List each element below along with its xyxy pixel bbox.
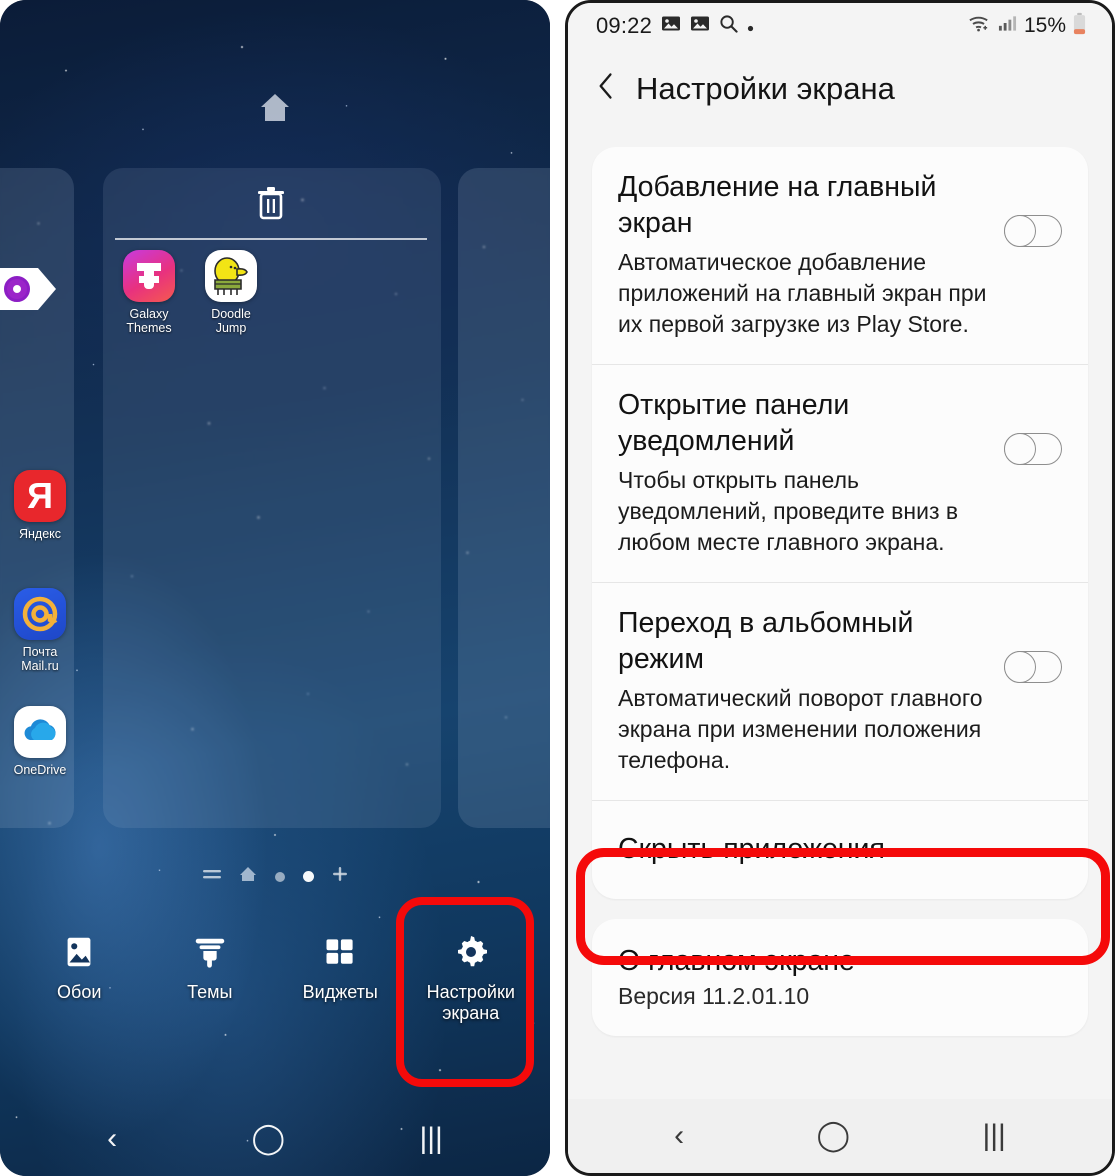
left-navigation-bar: ‹ ◯ ||| [0, 1102, 550, 1176]
add-page-icon[interactable] [332, 866, 348, 887]
alice-assistant-icon [4, 276, 30, 302]
app-onedrive[interactable]: OneDrive [1, 706, 79, 777]
setting-row-open-notification-panel[interactable]: Открытие панели уведомлений Чтобы открыт… [592, 364, 1088, 582]
battery-low-icon [1073, 12, 1086, 41]
setting-title: Переход в альбомный режим [618, 607, 914, 675]
row-texts: О главном экране Версия 11.2.01.10 [618, 943, 1062, 1010]
toolbar-label: Виджеты [302, 982, 378, 1002]
page-list-icon[interactable] [202, 868, 221, 886]
back-chevron-icon[interactable] [598, 71, 614, 107]
toggle-open-notification-panel[interactable] [1004, 433, 1062, 465]
nav-recents-icon[interactable]: ||| [982, 1121, 1005, 1151]
status-time: 09:22 [596, 13, 653, 38]
widgets-icon [282, 928, 398, 976]
app-doodle-jump[interactable]: Doodle Jump [192, 250, 270, 335]
doodle-jump-icon [205, 250, 257, 302]
toolbar-item-screen-settings[interactable]: Настройки экрана [413, 918, 529, 1024]
row-texts: Открытие панели уведомлений Чтобы открыт… [618, 387, 990, 558]
row-texts: Переход в альбомный режим Автоматический… [618, 605, 990, 776]
setting-row-about-home-screen[interactable]: О главном экране Версия 11.2.01.10 [592, 919, 1088, 1036]
page-dot[interactable] [274, 871, 285, 882]
setting-subtitle: Автоматический поворот главного экрана п… [618, 685, 983, 773]
toggle-knob [1004, 433, 1036, 465]
setting-row-add-to-home-screen[interactable]: Добавление на главный экран Автоматическ… [592, 147, 1088, 364]
setting-title: Скрыть приложения [618, 833, 885, 865]
image-icon [661, 14, 681, 38]
dot-icon [747, 14, 754, 38]
app-mail-ru[interactable]: Почта Mail.ru [1, 588, 79, 673]
status-bar: 09:22 15% [568, 3, 1112, 49]
yandex-icon: Я [14, 470, 66, 522]
page-preview-card-next[interactable] [458, 168, 550, 828]
right-phone-screen-settings: 09:22 15% Настройки экрана Добавление на… [565, 0, 1115, 1176]
yandex-glyph: Я [27, 475, 53, 516]
settings-list[interactable]: Добавление на главный экран Автоматическ… [568, 129, 1112, 1173]
status-bar-right: 15% [968, 12, 1086, 41]
setting-subtitle: Чтобы открыть панель уведомлений, провед… [618, 467, 959, 555]
setting-title: Добавление на главный экран [618, 171, 937, 239]
toolbar-item-widgets[interactable]: Виджеты [282, 918, 398, 1003]
wallpaper-icon [21, 928, 137, 976]
wifi-icon [968, 14, 991, 38]
mail-ru-icon [14, 588, 66, 640]
app-label: Doodle Jump [211, 307, 251, 335]
setting-title: Открытие панели уведомлений [618, 389, 850, 457]
setting-subtitle: Автоматическое добавление приложений на … [618, 249, 987, 337]
nav-home-icon[interactable]: ◯ [252, 1124, 286, 1154]
row-texts: Добавление на главный экран Автоматическ… [618, 169, 990, 340]
app-label: OneDrive [13, 763, 67, 777]
nav-back-icon[interactable]: ‹ [674, 1121, 684, 1151]
setting-title: О главном экране [618, 945, 855, 977]
search-icon [719, 14, 738, 39]
page-title: Настройки экрана [636, 71, 895, 106]
home-edit-toolbar: Обои Темы Виджеты Настройки экрана [0, 918, 550, 1048]
themes-icon [152, 928, 268, 976]
page-card-divider [115, 238, 427, 240]
screen-settings-gear-icon [413, 928, 529, 976]
left-phone-home-screen-edit: Galaxy Themes Doodle Jump Я Яндекс Почта… [0, 0, 550, 1176]
right-navigation-bar: ‹ ◯ ||| [568, 1099, 1112, 1173]
onedrive-icon [14, 706, 66, 758]
alice-widget-arrow [38, 268, 56, 310]
toggle-knob [1004, 651, 1036, 683]
toggle-knob [1004, 215, 1036, 247]
about-version: Версия 11.2.01.10 [618, 983, 810, 1009]
app-yandex[interactable]: Я Яндекс [1, 470, 79, 541]
toolbar-item-themes[interactable]: Темы [152, 918, 268, 1003]
app-label: Почта Mail.ru [21, 645, 59, 673]
nav-recents-icon[interactable]: ||| [419, 1124, 442, 1154]
toolbar-label: Темы [187, 982, 233, 1002]
dual-phone-screenshot: Galaxy Themes Doodle Jump Я Яндекс Почта… [0, 0, 1115, 1176]
nav-home-icon[interactable]: ◯ [817, 1121, 851, 1151]
settings-card-toggles: Добавление на главный экран Автоматическ… [592, 147, 1088, 899]
image-icon [690, 14, 710, 38]
settings-header: Настройки экрана [568, 49, 1112, 129]
settings-card-about: О главном экране Версия 11.2.01.10 [592, 919, 1088, 1036]
galaxy-themes-icon [123, 250, 175, 302]
app-label: Яндекс [18, 527, 62, 541]
app-label: Galaxy Themes [126, 307, 172, 335]
status-bar-left: 09:22 [596, 13, 754, 39]
setting-row-landscape-mode[interactable]: Переход в альбомный режим Автоматический… [592, 582, 1088, 800]
alice-assistant-widget[interactable] [0, 268, 56, 310]
toggle-add-to-home-screen[interactable] [1004, 215, 1062, 247]
page-dot-active[interactable] [302, 871, 314, 882]
trash-icon[interactable] [256, 186, 286, 220]
home-icon[interactable] [259, 92, 291, 122]
battery-percent: 15% [1023, 14, 1066, 37]
signal-icon [998, 14, 1017, 38]
toolbar-label: Настройки экрана [426, 982, 515, 1023]
toolbar-item-wallpaper[interactable]: Обои [21, 918, 137, 1003]
nav-back-icon[interactable]: ‹ [107, 1124, 117, 1154]
app-galaxy-themes[interactable]: Galaxy Themes [110, 250, 188, 335]
toolbar-label: Обои [57, 982, 102, 1002]
page-indicator-row [0, 866, 550, 887]
home-page-icon[interactable] [239, 866, 257, 887]
setting-row-hide-apps[interactable]: Скрыть приложения [592, 800, 1088, 899]
toggle-landscape-mode[interactable] [1004, 651, 1062, 683]
